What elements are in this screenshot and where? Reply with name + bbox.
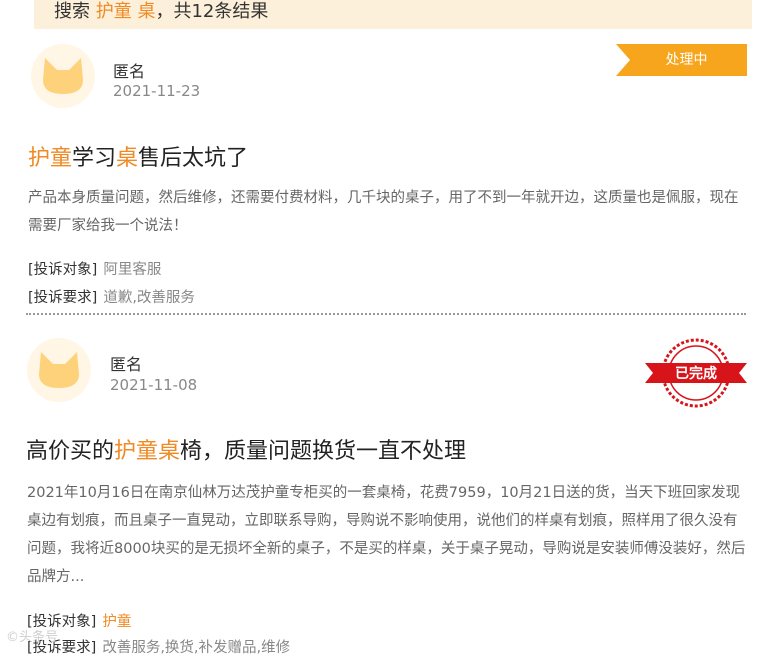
card-divider: [26, 313, 746, 315]
complaint-target: [投诉对象] 阿里客服: [28, 258, 161, 279]
complaint-request: [投诉要求] 改善服务,换货,补发赠品,维修: [27, 636, 290, 657]
target-value[interactable]: 护童: [102, 614, 131, 630]
title-text: 售后太坑了: [138, 146, 249, 171]
search-result-count: ，共12条结果: [155, 1, 269, 22]
completed-stamp: 已完成: [645, 337, 747, 413]
stamp-label: 已完成: [675, 365, 717, 382]
complaint-description: 2021年10月16日在南京仙林万达茂护童专柜买的一套桌椅，花费7959，10月…: [27, 485, 746, 585]
avatar: [27, 338, 91, 402]
avatar: [31, 44, 95, 108]
title-keyword: 护童桌: [114, 439, 181, 464]
status-badge: 处理中: [616, 44, 747, 76]
cat-avatar-icon: [43, 58, 83, 94]
title-text: 学习: [72, 146, 117, 171]
request-value: 改善服务,换货,补发赠品,维修: [102, 640, 291, 656]
cat-avatar-icon: [39, 352, 79, 388]
watermark: ©头条号: [6, 630, 59, 645]
complaint-description: 产品本身质量问题，然后维修，还需要付费材料，几千块的桌子，用了不到一年就开边，这…: [28, 190, 739, 234]
completed-stamp-icon: 已完成: [645, 338, 747, 408]
author-name: 匿名: [113, 62, 146, 81]
complaint-date: 2021-11-08: [110, 376, 198, 394]
complaint-title[interactable]: 高价买的护童桌椅，质量问题换货一直不处理: [26, 433, 466, 465]
request-value: 道歉,改善服务: [103, 290, 195, 306]
title-text: 椅，质量问题换货一直不处理: [180, 439, 467, 464]
target-label: [投诉对象]: [28, 262, 98, 278]
search-summary: 搜索 护童 桌，共12条结果: [34, 0, 752, 29]
search-prefix: 搜索: [54, 1, 90, 22]
author-name: 匿名: [110, 355, 143, 374]
request-label: [投诉要求]: [28, 290, 98, 306]
target-value[interactable]: 阿里客服: [103, 262, 161, 278]
title-text: 高价买的: [26, 439, 115, 464]
title-keyword: 桌: [116, 146, 139, 171]
search-keyword[interactable]: 护童 桌: [96, 1, 156, 22]
complaint-date: 2021-11-23: [113, 82, 201, 100]
complaint-request: [投诉要求] 道歉,改善服务: [28, 286, 195, 307]
complaint-title[interactable]: 护童学习桌售后太坑了: [28, 140, 248, 172]
title-keyword: 护童: [28, 146, 73, 171]
